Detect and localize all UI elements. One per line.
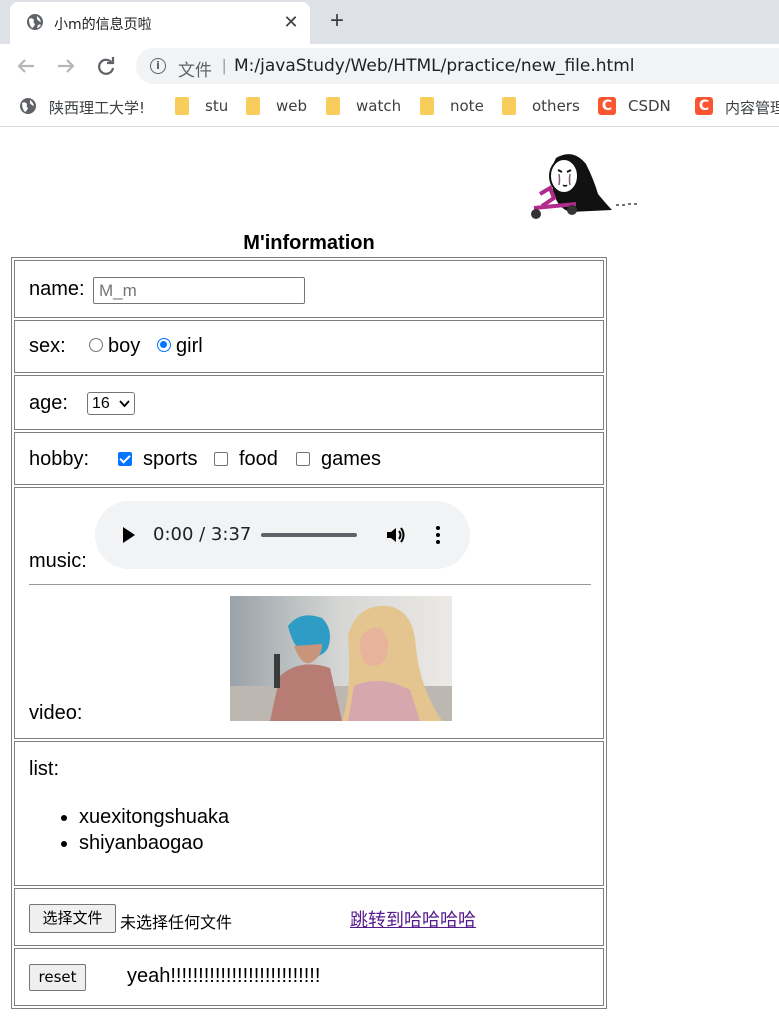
- sex-row: sex: boy girl: [14, 320, 604, 373]
- close-tab-icon[interactable]: ✕: [280, 11, 302, 33]
- name-label: name:: [29, 278, 85, 300]
- chevron-down-icon: [119, 400, 130, 408]
- csdn-icon: C: [695, 97, 713, 115]
- name-input[interactable]: M_m: [93, 277, 305, 304]
- reset-row: reset yeah!!!!!!!!!!!!!!!!!!!!!!!!!!!: [14, 948, 604, 1006]
- play-icon[interactable]: [123, 527, 135, 543]
- age-row: age: 16: [14, 375, 604, 430]
- games-checkbox[interactable]: [296, 452, 310, 466]
- hobby-row: hobby: sports food games: [14, 432, 604, 485]
- age-select[interactable]: 16: [87, 392, 135, 415]
- divider: [29, 584, 591, 585]
- table-caption: M'information: [243, 232, 375, 254]
- scheme-label: 文件: [178, 61, 212, 81]
- jump-link[interactable]: 跳转到哈哈哈哈: [350, 906, 476, 932]
- sports-label: sports: [143, 448, 198, 470]
- games-label: games: [321, 448, 382, 470]
- volume-icon[interactable]: [385, 525, 407, 545]
- browser-tab[interactable]: 小m的信息页啦 ✕: [10, 2, 310, 44]
- bookmark-label: web: [276, 97, 308, 115]
- yeah-text: yeah!!!!!!!!!!!!!!!!!!!!!!!!!!!: [127, 965, 321, 987]
- tab-strip: 小m的信息页啦 ✕ +: [0, 0, 779, 44]
- bookmark-label: watch: [356, 97, 402, 115]
- reset-button[interactable]: reset: [29, 964, 86, 991]
- food-label: food: [239, 448, 278, 470]
- bookmark-label: CSDN: [628, 97, 671, 115]
- list-row: list: xuexitongshuaka shiyanbaogao: [14, 741, 604, 886]
- sports-checkbox[interactable]: [118, 452, 132, 466]
- address-separator: |: [222, 56, 227, 75]
- boy-radio[interactable]: [89, 338, 103, 352]
- bookmark-label: stu: [205, 97, 229, 115]
- info-icon[interactable]: i: [150, 58, 166, 74]
- age-value: 16: [92, 395, 110, 412]
- back-arrow-icon[interactable]: [12, 52, 40, 80]
- music-label: music:: [29, 550, 87, 572]
- folder-icon: [326, 97, 340, 115]
- audio-time: 0:00 / 3:37: [153, 524, 252, 545]
- video-label: video:: [29, 702, 83, 724]
- folder-icon: [502, 97, 516, 115]
- media-row: music: 0:00 / 3:37 video:: [14, 487, 604, 739]
- browser-toolbar: i 文件 | M:/javaStudy/Web/HTML/practice/ne…: [0, 44, 779, 88]
- hobby-label: hobby:: [29, 448, 90, 470]
- bookmark-label: 内容管理: [725, 99, 779, 117]
- sex-label: sex:: [29, 335, 66, 357]
- girl-label: girl: [176, 335, 203, 357]
- more-options-icon[interactable]: [435, 525, 441, 545]
- file-row: 选择文件 未选择任何文件 跳转到哈哈哈哈: [14, 888, 604, 946]
- list-item: shiyanbaogao: [79, 830, 229, 856]
- bookmark-label: others: [532, 97, 580, 115]
- choose-file-button[interactable]: 选择文件: [29, 904, 116, 933]
- bookmarks-bar: 陕西理工大学! stu web watch note others C CSDN…: [0, 88, 779, 127]
- no-face-scooter-image: [531, 154, 637, 219]
- bookmark-label: 陕西理工大学!: [49, 99, 146, 117]
- list-item: xuexitongshuaka: [79, 804, 229, 830]
- food-checkbox[interactable]: [214, 452, 228, 466]
- reload-icon[interactable]: [92, 52, 120, 80]
- url-text[interactable]: M:/javaStudy/Web/HTML/practice/new_file.…: [234, 56, 635, 76]
- folder-icon: [175, 97, 189, 115]
- bullet-list: xuexitongshuaka shiyanbaogao: [51, 804, 229, 856]
- no-file-text: 未选择任何文件: [120, 913, 233, 932]
- audio-player[interactable]: 0:00 / 3:37: [95, 501, 470, 569]
- video-player[interactable]: [230, 596, 452, 721]
- globe-icon: [20, 98, 36, 114]
- forward-arrow-icon[interactable]: [52, 52, 80, 80]
- tab-title: 小m的信息页啦: [54, 17, 152, 33]
- girl-radio[interactable]: [157, 338, 171, 352]
- audio-progress-bar[interactable]: [261, 533, 357, 537]
- address-bar[interactable]: i 文件 | M:/javaStudy/Web/HTML/practice/ne…: [136, 48, 779, 84]
- info-table: name: M_m sex: boy girl age: 16 hobby: s…: [11, 257, 607, 1009]
- new-tab-button[interactable]: +: [324, 8, 350, 34]
- folder-icon: [420, 97, 434, 115]
- boy-label: boy: [108, 335, 141, 357]
- list-label: list:: [29, 758, 59, 780]
- globe-icon: [27, 14, 43, 30]
- age-label: age:: [29, 392, 68, 414]
- name-row: name: M_m: [14, 260, 604, 318]
- folder-icon: [246, 97, 260, 115]
- csdn-icon: C: [598, 97, 616, 115]
- bookmark-label: note: [450, 97, 484, 115]
